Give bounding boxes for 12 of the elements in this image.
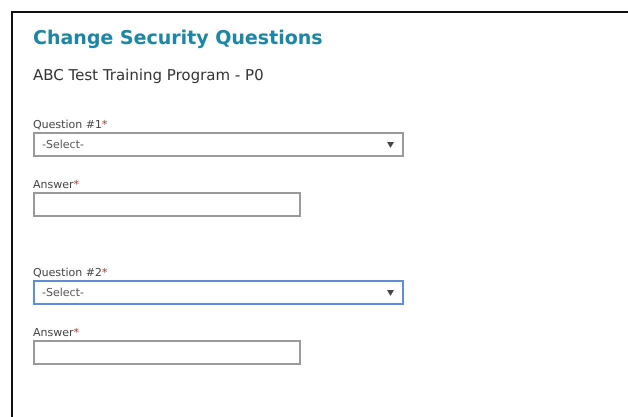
- field-label: Question #1*: [33, 118, 108, 131]
- field-label: Question #2*: [33, 266, 108, 279]
- caret-icon: [387, 290, 394, 296]
- answer-field[interactable]: [33, 340, 301, 365]
- answer-field[interactable]: [33, 192, 301, 217]
- caret-icon: [387, 142, 394, 148]
- question-dropdown[interactable]: -Select-: [33, 132, 404, 157]
- field-label: Answer*: [33, 178, 80, 191]
- page-title: Change Security Questions: [33, 26, 324, 51]
- question-dropdown[interactable]: -Select-: [33, 280, 404, 305]
- field-label: Answer*: [33, 326, 80, 339]
- program-name: ABC Test Training Program - P0: [33, 65, 265, 85]
